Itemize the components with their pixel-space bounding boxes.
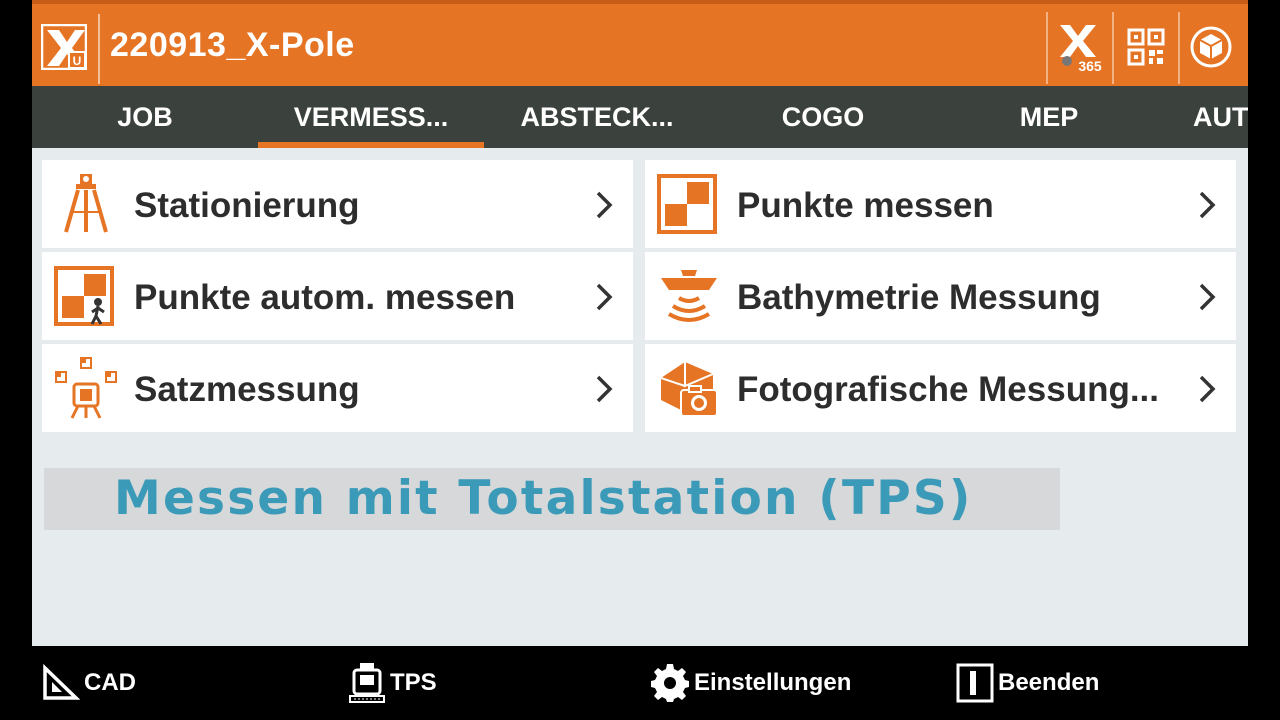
total-station-icon xyxy=(349,663,385,703)
exit-button[interactable]: Beenden xyxy=(956,660,1099,706)
menu-item-label: Satzmessung xyxy=(134,370,360,409)
menu-item-fotografische-messung[interactable]: Fotografische Messung... xyxy=(645,344,1236,432)
x365-icon: 365 xyxy=(1060,25,1102,74)
menu-item-stationierung[interactable]: Stationierung xyxy=(42,160,633,248)
app-logo-icon[interactable]: U xyxy=(40,23,88,71)
tab-bar: JOB VERMESS... ABSTECK... COGO MEP AUT xyxy=(32,86,1248,148)
photo-measure-icon xyxy=(657,356,721,420)
boat-sonar-icon xyxy=(657,264,721,328)
menu-item-punkte-messen[interactable]: Punkte messen xyxy=(645,160,1236,248)
tripod-icon xyxy=(54,172,118,236)
menu-item-label: Punkte autom. messen xyxy=(134,278,516,317)
qr-code-button[interactable] xyxy=(1115,14,1177,80)
tab-mep[interactable]: MEP xyxy=(936,86,1162,148)
tab-absteckung[interactable]: ABSTECK... xyxy=(484,86,710,148)
tab-cogo[interactable]: COGO xyxy=(710,86,936,148)
chevron-right-icon xyxy=(1199,283,1216,311)
tab-vermessung[interactable]: VERMESS... xyxy=(258,86,484,148)
package-button[interactable] xyxy=(1180,14,1242,80)
chevron-right-icon xyxy=(1199,191,1216,219)
x365-label: 365 xyxy=(1078,58,1102,74)
menu-item-bathymetrie-messung[interactable]: Bathymetrie Messung xyxy=(645,252,1236,340)
tab-job[interactable]: JOB xyxy=(32,86,258,148)
video-caption: Messen mit Totalstation (TPS) xyxy=(44,468,1060,530)
caption-text: Messen mit Totalstation (TPS) xyxy=(114,471,973,526)
auto-measure-icon xyxy=(54,264,118,328)
package-upload-icon xyxy=(1190,26,1232,68)
set-square-icon xyxy=(43,664,80,700)
settings-button[interactable]: Einstellungen xyxy=(650,660,851,706)
menu-item-label: Bathymetrie Messung xyxy=(737,278,1101,317)
header-divider xyxy=(98,14,100,84)
header-divider xyxy=(1046,12,1048,84)
menu-item-satzmessung[interactable]: Satzmessung xyxy=(42,344,633,432)
menu-item-label: Punkte messen xyxy=(737,186,994,225)
app-window: U 220913_X-Pole 365 JOB VERMESS... ABSTE… xyxy=(32,0,1248,646)
exit-label: Beenden xyxy=(998,669,1100,696)
chevron-right-icon xyxy=(1199,375,1216,403)
menu-item-punkte-autom-messen[interactable]: Punkte autom. messen xyxy=(42,252,633,340)
menu-item-label: Stationierung xyxy=(134,186,360,225)
gear-icon xyxy=(651,664,689,702)
door-exit-icon xyxy=(956,663,994,703)
chevron-right-icon xyxy=(596,375,613,403)
qr-code-icon xyxy=(1127,28,1165,66)
cad-button[interactable]: CAD xyxy=(42,660,136,706)
tps-label: TPS xyxy=(390,669,437,696)
measure-points-icon xyxy=(657,172,721,236)
logo-letter: U xyxy=(73,54,82,68)
menu-item-label: Fotografische Messung... xyxy=(737,370,1159,409)
cad-label: CAD xyxy=(84,669,136,696)
app-header: U 220913_X-Pole 365 xyxy=(32,0,1248,86)
set-measurement-icon xyxy=(54,356,118,420)
tps-button[interactable]: TPS xyxy=(348,660,437,706)
chevron-right-icon xyxy=(596,283,613,311)
job-title: 220913_X-Pole xyxy=(110,26,355,64)
x365-button[interactable]: 365 xyxy=(1049,14,1111,80)
tab-auto[interactable]: AUT xyxy=(1162,86,1248,148)
bottom-bar: CAD TPS Einstellungen Beenden xyxy=(0,646,1280,720)
settings-label: Einstellungen xyxy=(694,669,852,696)
header-divider xyxy=(1112,12,1114,84)
chevron-right-icon xyxy=(596,191,613,219)
